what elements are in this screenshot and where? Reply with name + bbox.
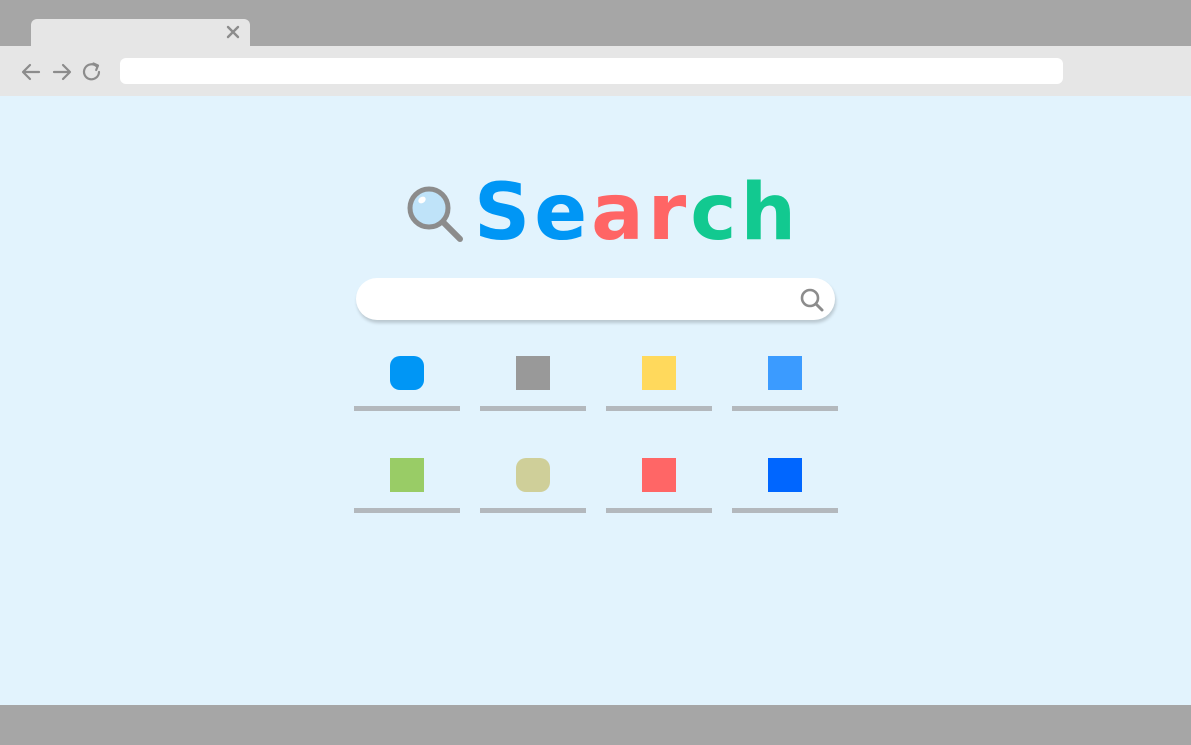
logo-letter: S	[474, 168, 535, 258]
shortcut-icon	[642, 356, 676, 390]
shortcut-icon	[390, 458, 424, 492]
arrow-left-icon	[21, 63, 41, 81]
logo-letter: a	[591, 168, 648, 258]
forward-button[interactable]	[50, 60, 74, 84]
shortcut-icon	[516, 356, 550, 390]
shortcut-label-placeholder	[480, 508, 586, 513]
logo-letter: r	[647, 168, 691, 258]
shortcut-label-placeholder	[354, 406, 460, 411]
search-icon	[800, 288, 824, 312]
shortcut-icon	[768, 356, 802, 390]
logo-letter: h	[740, 168, 800, 258]
shortcut-label-placeholder	[480, 406, 586, 411]
shortcut-icon	[642, 458, 676, 492]
shortcut-tile[interactable]	[480, 356, 586, 414]
shortcut-tile[interactable]	[732, 458, 838, 516]
search-input[interactable]	[374, 278, 788, 322]
address-bar[interactable]	[120, 58, 1063, 84]
browser-footer	[0, 705, 1191, 745]
shortcut-tile[interactable]	[606, 458, 712, 516]
back-button[interactable]	[19, 60, 43, 84]
shortcut-label-placeholder	[606, 406, 712, 411]
search-logo: Search	[404, 174, 800, 252]
shortcut-label-placeholder	[606, 508, 712, 513]
shortcut-label-placeholder	[732, 406, 838, 411]
shortcut-tile[interactable]	[354, 458, 460, 516]
shortcut-label-placeholder	[732, 508, 838, 513]
logo-text: Search	[474, 174, 800, 252]
reload-button[interactable]	[80, 60, 104, 84]
shortcut-tile[interactable]	[732, 356, 838, 414]
browser-toolbar	[0, 46, 1191, 96]
logo-letter: e	[534, 168, 592, 258]
close-icon[interactable]	[224, 23, 242, 41]
reload-icon	[82, 62, 101, 81]
page-content: Search	[0, 96, 1191, 705]
shortcut-icon	[516, 458, 550, 492]
browser-tab[interactable]	[31, 19, 250, 47]
search-button[interactable]	[799, 287, 825, 313]
logo-letter: c	[690, 168, 741, 258]
magnifier-icon	[407, 186, 463, 242]
shortcut-tile[interactable]	[354, 356, 460, 414]
tab-strip	[0, 0, 1191, 47]
shortcut-icon	[390, 356, 424, 390]
shortcut-icon	[768, 458, 802, 492]
search-box	[356, 278, 835, 322]
shortcut-label-placeholder	[354, 508, 460, 513]
shortcut-tile[interactable]	[606, 356, 712, 414]
arrow-right-icon	[52, 63, 72, 81]
shortcut-tile[interactable]	[480, 458, 586, 516]
